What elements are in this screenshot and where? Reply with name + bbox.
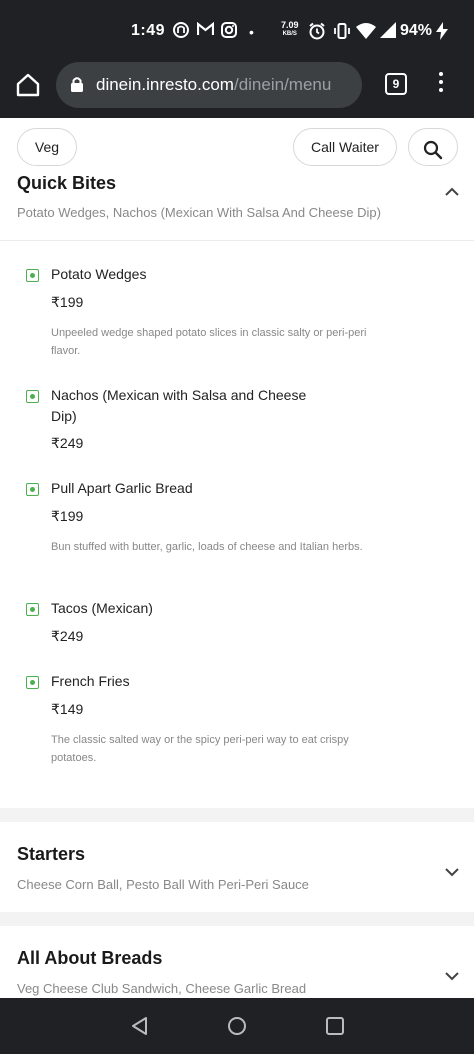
section-breads-header[interactable]: All About Breads Veg Cheese Club Sandwic… [0, 926, 474, 998]
divider [0, 240, 474, 241]
veg-indicator-icon [26, 269, 39, 282]
wifi-icon [356, 22, 376, 44]
section-title: All About Breads [17, 948, 163, 968]
section-title: Starters [17, 844, 86, 864]
notification-icon [173, 22, 189, 43]
item-price: ₹249 [51, 628, 84, 644]
address-bar[interactable]: dinein.inresto.com/dinein/menu [56, 62, 362, 108]
item-price: ₹199 [51, 294, 84, 310]
status-bar: 1:49 • 7.09 KB/S 94% [0, 0, 474, 62]
veg-indicator-icon [26, 483, 39, 496]
home-icon[interactable] [14, 71, 44, 101]
menu-page: Veg Call Waiter Quick Bites Potato Wedge… [0, 118, 474, 998]
section-subtitle: Potato Wedges, Nachos (Mexican With Sals… [17, 205, 381, 220]
chevron-down-icon[interactable] [444, 864, 460, 880]
url-path: /dinein/menu [233, 75, 332, 94]
item-name: Potato Wedges [51, 266, 147, 282]
section-separator [0, 912, 474, 926]
dot-icon: • [249, 24, 254, 40]
section-subtitle: Veg Cheese Club Sandwich, Cheese Garlic … [17, 981, 307, 996]
filter-bar: Veg Call Waiter [0, 118, 474, 176]
recents-icon[interactable] [325, 1016, 345, 1036]
item-name: Nachos (Mexican with Salsa and Cheese Di… [51, 387, 307, 424]
item-price: ₹249 [51, 435, 84, 451]
section-separator [0, 808, 474, 822]
signal-icon [380, 22, 396, 43]
alarm-icon [308, 22, 326, 45]
veg-indicator-icon [26, 390, 39, 403]
section-quick-bites-header[interactable]: Quick Bites Potato Wedges, Nachos (Mexic… [0, 168, 474, 240]
url-host: dinein.inresto.com [96, 75, 234, 94]
more-menu-icon[interactable] [437, 72, 445, 98]
home-nav-icon[interactable] [227, 1016, 247, 1036]
charging-icon [436, 22, 448, 45]
item-name: Pull Apart Garlic Bread [51, 480, 193, 496]
item-price: ₹149 [51, 701, 84, 717]
lock-icon [70, 76, 84, 98]
tab-switcher-button[interactable]: 9 [385, 73, 407, 95]
system-nav-bar [0, 998, 474, 1054]
instagram-icon [221, 22, 237, 43]
item-price: ₹199 [51, 508, 84, 524]
vibrate-icon [333, 22, 351, 45]
item-description: Bun stuffed with butter, garlic, loads o… [51, 541, 363, 553]
battery-percent: 94% [400, 22, 433, 39]
item-name: Tacos (Mexican) [51, 600, 153, 616]
status-time: 1:49 [131, 22, 166, 39]
call-waiter-button[interactable]: Call Waiter [293, 128, 397, 166]
section-subtitle: Cheese Corn Ball, Pesto Ball With Peri-P… [17, 877, 309, 892]
veg-filter-button[interactable]: Veg [17, 128, 77, 166]
section-starters-header[interactable]: Starters Cheese Corn Ball, Pesto Ball Wi… [0, 822, 474, 912]
item-description: The classic salted way or the spicy peri… [51, 734, 349, 764]
net-speed: 7.09 KB/S [281, 20, 299, 38]
chevron-down-icon[interactable] [444, 968, 460, 984]
veg-indicator-icon [26, 603, 39, 616]
gmail-icon [196, 21, 215, 41]
search-button[interactable] [408, 128, 458, 166]
chevron-up-icon[interactable] [444, 184, 460, 200]
item-description: Unpeeled wedge shaped potato slices in c… [51, 327, 367, 357]
veg-indicator-icon [26, 676, 39, 689]
back-icon[interactable] [130, 1016, 150, 1036]
item-name: French Fries [51, 673, 130, 689]
search-icon [423, 137, 443, 173]
browser-toolbar: dinein.inresto.com/dinein/menu 9 [0, 62, 474, 118]
section-title: Quick Bites [17, 173, 117, 193]
url-text: dinein.inresto.com/dinein/menu [96, 75, 331, 95]
